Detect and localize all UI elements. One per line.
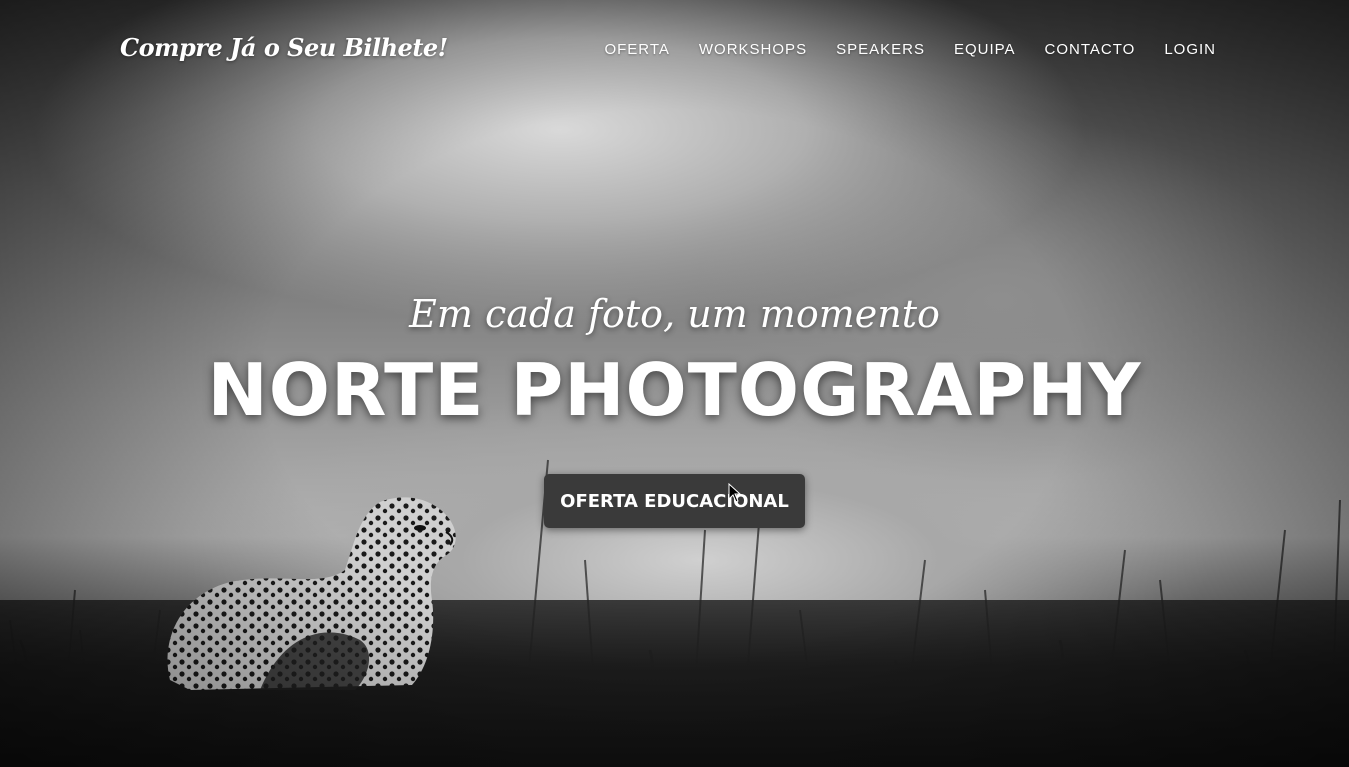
mouse-cursor-icon [728,483,742,503]
hero-subheading: Em cada foto, um momento [409,292,940,336]
nav-item-contacto[interactable]: CONTACTO [1045,41,1136,58]
nav-item-speakers[interactable]: SPEAKERS [836,41,925,58]
oferta-educacional-button[interactable]: OFERTA EDUCACIONAL [544,474,805,528]
brand-link[interactable]: Compre Já o Seu Bilhete! [120,33,448,62]
hero-heading: NORTE PHOTOGRAPHY [207,348,1142,432]
nav-item-login[interactable]: LOGIN [1164,41,1216,58]
nav-menu: OFERTA WORKSHOPS SPEAKERS EQUIPA CONTACT… [575,41,1216,58]
nav-item-oferta[interactable]: OFERTA [604,41,669,58]
hero-content: Em cada foto, um momento NORTE PHOTOGRAP… [0,292,1349,528]
nav-item-equipa[interactable]: EQUIPA [954,41,1016,58]
hero-section: Compre Já o Seu Bilhete! OFERTA WORKSHOP… [0,0,1349,767]
top-navbar: Compre Já o Seu Bilhete! OFERTA WORKSHOP… [0,0,1349,100]
nav-item-workshops[interactable]: WORKSHOPS [699,41,807,58]
